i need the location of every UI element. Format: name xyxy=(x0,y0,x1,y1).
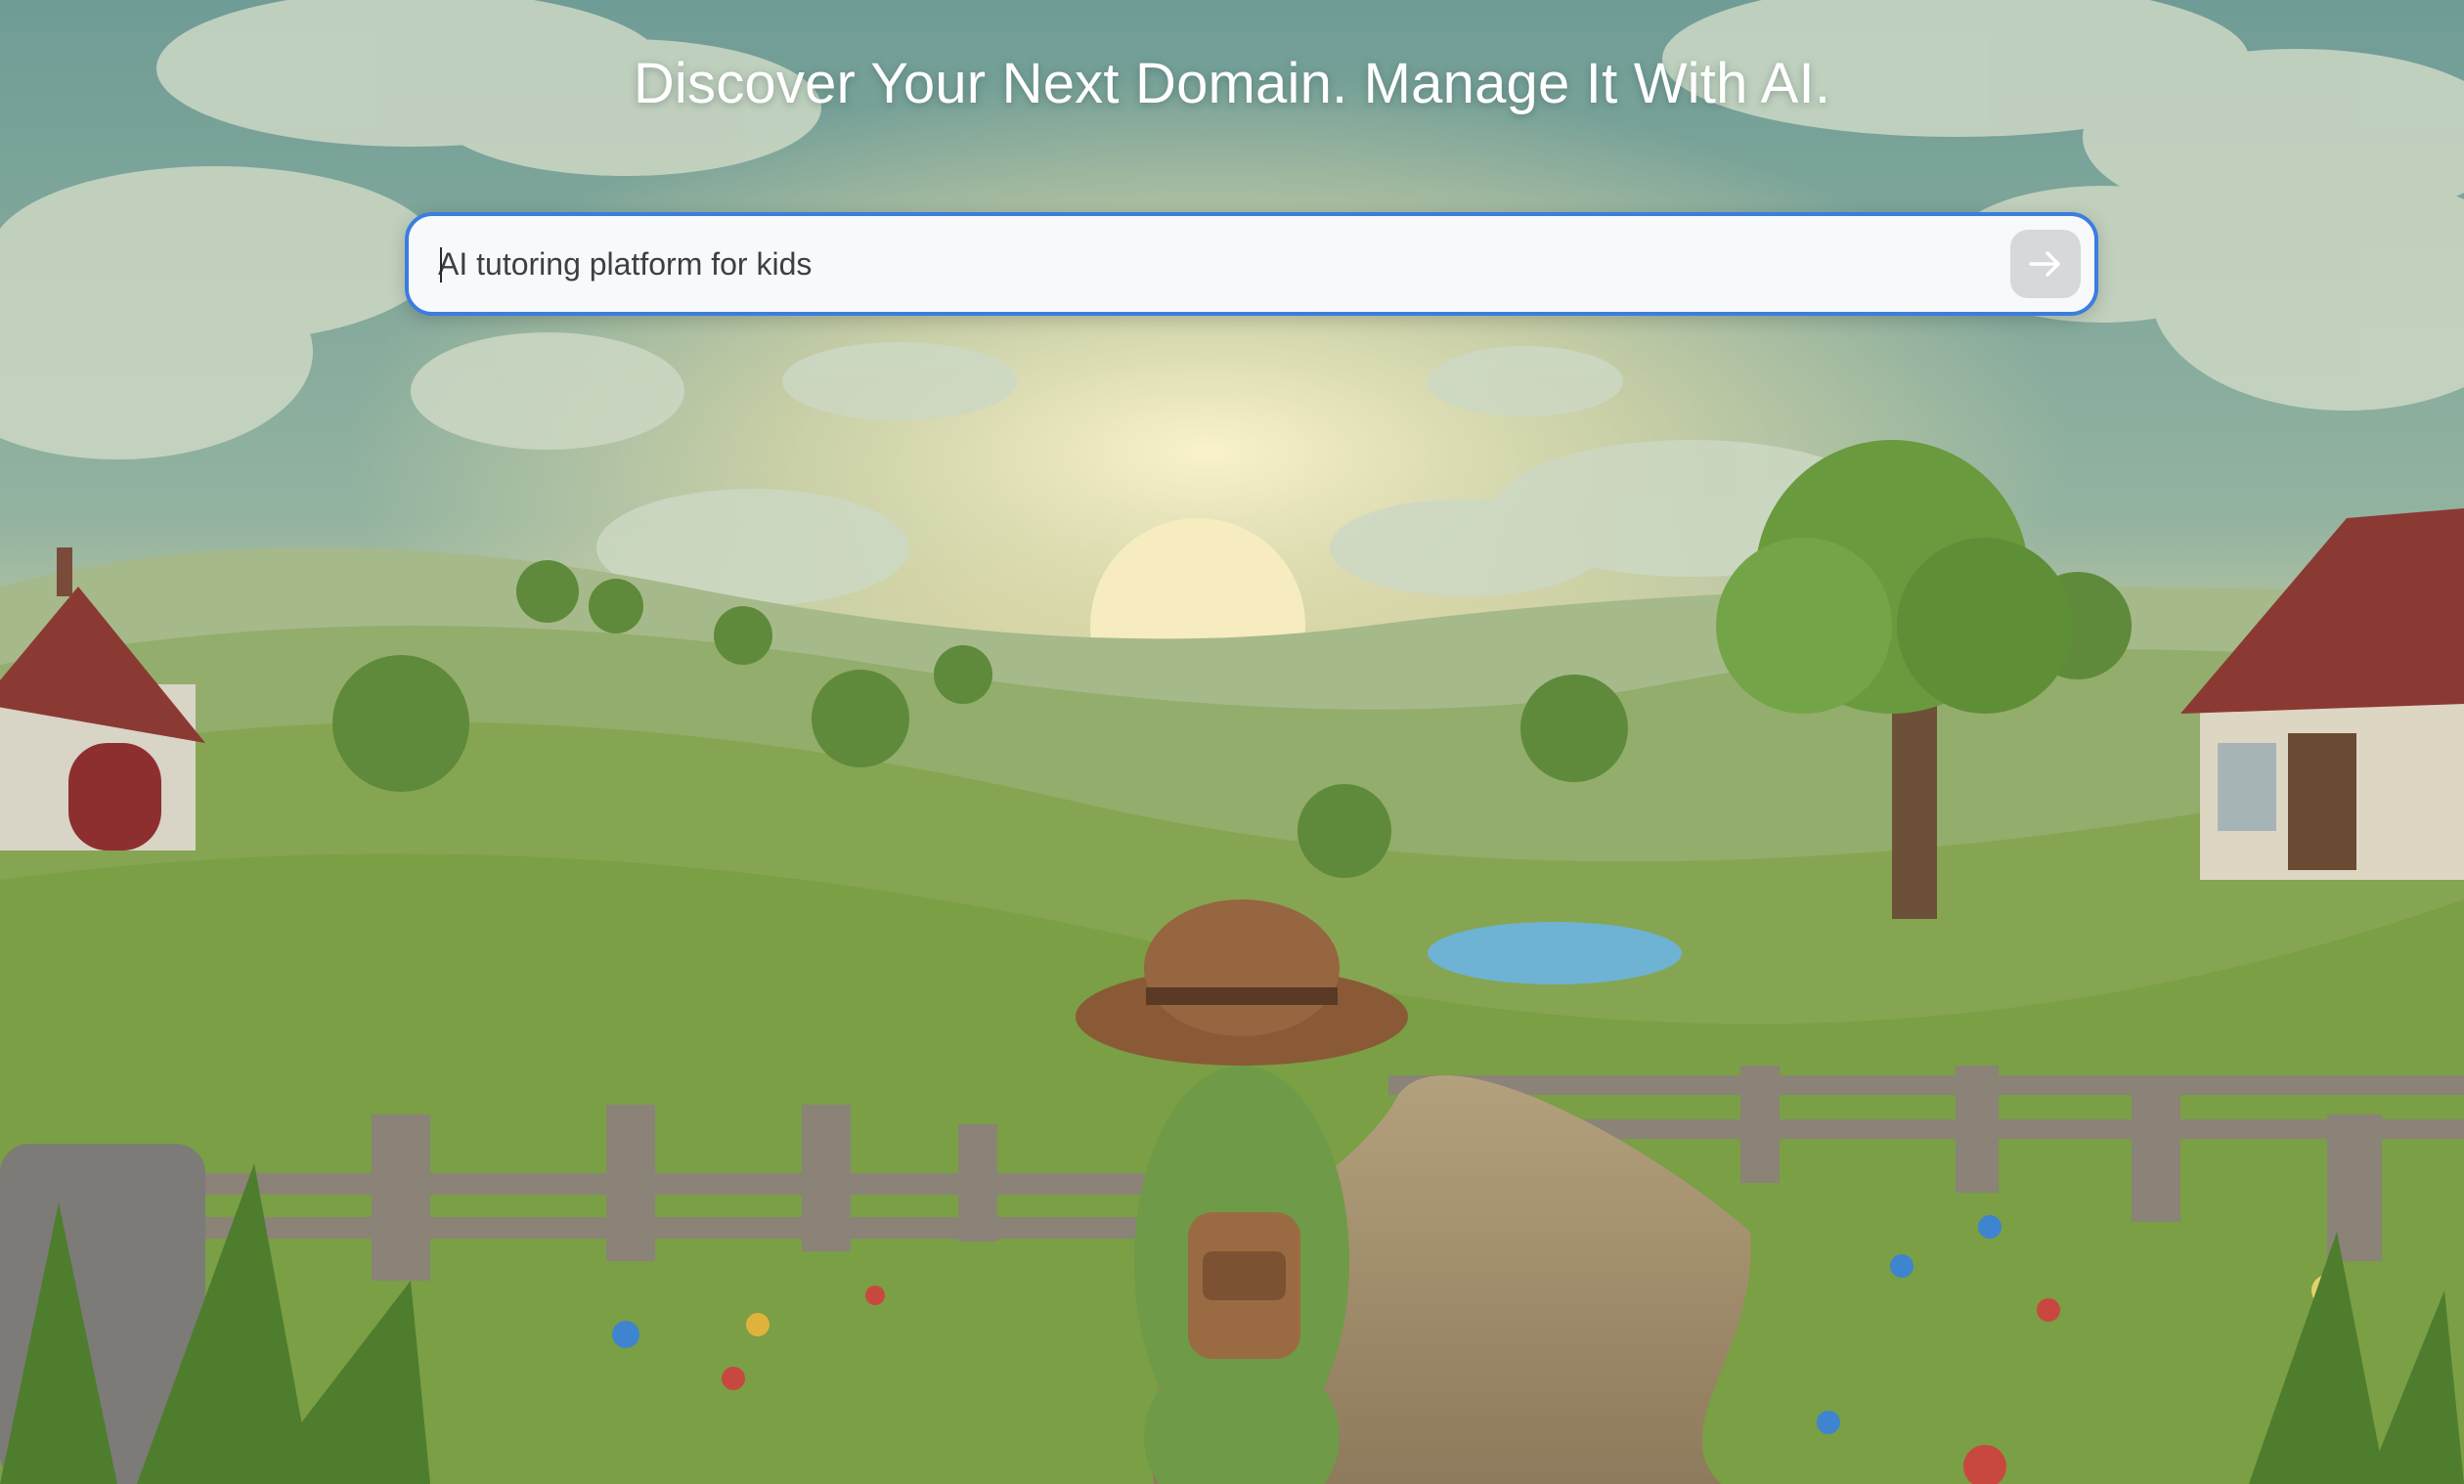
text-caret xyxy=(440,247,442,283)
search-input[interactable] xyxy=(438,216,1963,312)
pond xyxy=(1428,922,1682,984)
search-bar[interactable] xyxy=(405,212,2098,316)
arrow-right-icon xyxy=(2029,251,2060,277)
submit-button[interactable] xyxy=(2010,230,2081,298)
hero-title: Discover Your Next Domain. Manage It Wit… xyxy=(633,52,1831,115)
